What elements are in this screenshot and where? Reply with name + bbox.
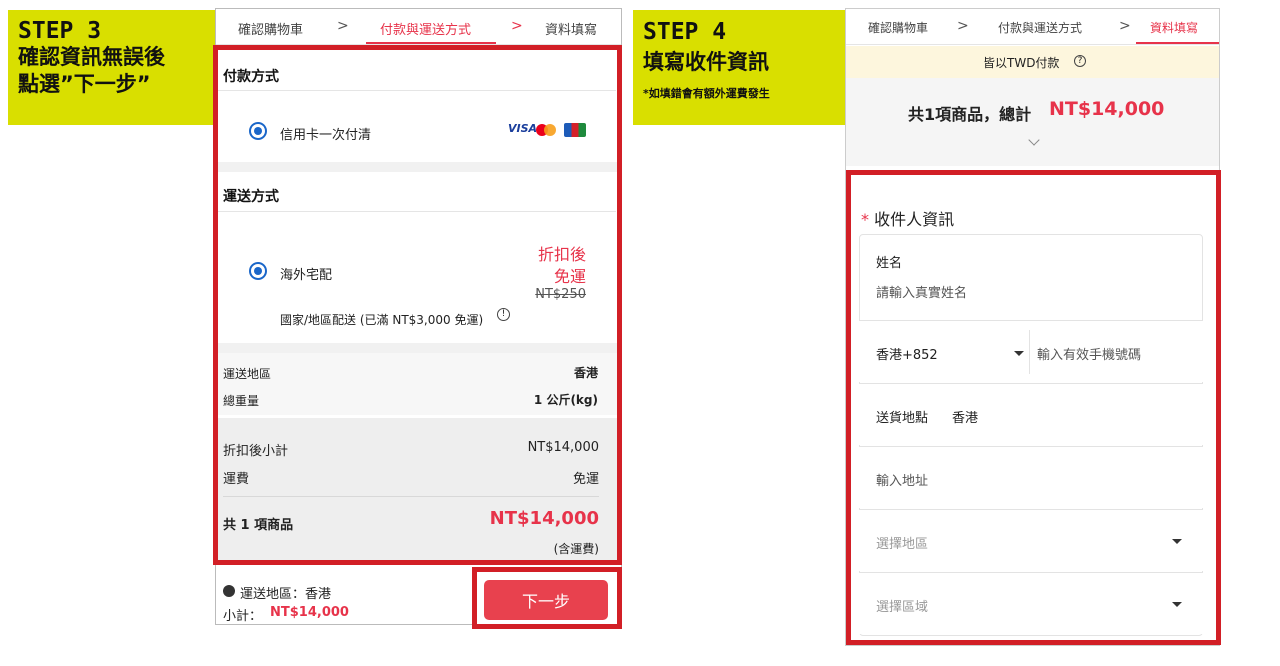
- shipping-note: 國家/地區配送 (已滿 NT$3,000 免運): [280, 313, 484, 327]
- step4-title: STEP 4: [643, 19, 727, 45]
- step3-title: STEP 3: [18, 18, 102, 44]
- info-circle-icon[interactable]: !: [497, 308, 510, 321]
- caret-down-icon: [1014, 351, 1024, 356]
- subtotal-value: NT$14,000: [527, 440, 599, 455]
- address-input[interactable]: 輸入地址: [876, 470, 928, 489]
- visa-icon: VISA: [508, 122, 538, 135]
- tab-separator: >: [1119, 18, 1131, 34]
- tab-separator: >: [511, 18, 523, 34]
- name-input[interactable]: 請輸入真實姓名: [876, 282, 967, 301]
- divider: [1029, 330, 1030, 374]
- total-label: 共 1 項商品: [223, 518, 294, 533]
- caret-down-icon[interactable]: [1172, 602, 1182, 607]
- delivery-label: 送貨地點: [876, 411, 929, 426]
- fee-value: 免運: [572, 472, 599, 487]
- currency-notice: 皆以TWD付款: [983, 56, 1060, 70]
- tab-payment-shipping[interactable]: 付款與運送方式: [380, 19, 471, 38]
- step3-line2: 點選”下一步”: [18, 72, 151, 96]
- region-label: 運送地區: [223, 367, 272, 381]
- caret-down-icon[interactable]: [1172, 539, 1182, 544]
- active-tab-indicator: [1136, 42, 1219, 44]
- payment-option-label: 信用卡一次付清: [280, 128, 372, 143]
- tab-fill-info[interactable]: 資料填寫: [545, 19, 597, 38]
- weight-label: 總重量: [223, 394, 260, 408]
- region-select[interactable]: 選擇地區: [876, 533, 928, 552]
- divider: [223, 496, 599, 497]
- checkout-tabs: 確認購物車 > 付款與運送方式 > 資料填寫: [216, 9, 621, 45]
- discount-label: 折扣後: [537, 245, 586, 264]
- divider: [218, 211, 616, 212]
- step4-note: *如填錯會有額外運費發生: [643, 87, 770, 100]
- recipient-title: 收件人資訊: [874, 210, 955, 229]
- shipping-option-label: 海外宅配: [280, 268, 333, 283]
- checkout-tabs: 確認購物車 > 付款與運送方式 > 資料填寫: [846, 9, 1219, 45]
- order-total-value: NT$14,000: [1049, 98, 1165, 120]
- section-gap: [216, 343, 620, 353]
- section-gap: [216, 162, 620, 172]
- recipient-title-row: * 收件人資訊: [861, 206, 954, 230]
- card-brands: VISA: [508, 122, 586, 138]
- payment-section-title: 付款方式: [223, 69, 279, 85]
- subtotal-label: 折扣後小計: [223, 444, 289, 459]
- fee-label: 運費: [223, 472, 250, 487]
- phone-country-select[interactable]: 香港+852: [876, 344, 938, 363]
- delivery-value: 香港: [952, 411, 979, 426]
- weight-value: 1 公斤(kg): [533, 393, 598, 407]
- phone-input[interactable]: 輸入有效手機號碼: [1037, 344, 1141, 363]
- district-select[interactable]: 選擇區域: [876, 596, 928, 615]
- total-note: (含運費): [553, 542, 599, 556]
- jcb-icon: [564, 123, 586, 137]
- next-step-button[interactable]: 下一步: [484, 580, 608, 620]
- divider: [218, 90, 616, 91]
- tab-fill-info[interactable]: 資料填寫: [1150, 19, 1198, 36]
- mastercard-icon-overlap: [544, 124, 556, 136]
- question-circle-icon[interactable]: ?: [1074, 55, 1086, 67]
- tab-cart[interactable]: 確認購物車: [238, 19, 303, 38]
- active-tab-indicator: [366, 42, 496, 44]
- shipping-radio-overseas[interactable]: [249, 262, 267, 280]
- globe-icon: [223, 585, 235, 597]
- tab-cart[interactable]: 確認購物車: [868, 19, 928, 36]
- order-total-text: 共1項商品，總計: [908, 105, 1032, 124]
- discount-value: 免運: [553, 267, 586, 286]
- step4-line1: 填寫收件資訊: [643, 50, 769, 74]
- step3-label: STEP 3 確認資訊無誤後 點選”下一步”: [8, 10, 215, 125]
- name-label: 姓名: [876, 256, 903, 271]
- footer-subtotal-value: NT$14,000: [270, 605, 349, 620]
- order-total-panel: [846, 78, 1219, 166]
- footer-subtotal-label: 小計：: [223, 609, 263, 624]
- step4-label: STEP 4 填寫收件資訊 *如填錯會有額外運費發生: [633, 10, 845, 125]
- total-value: NT$14,000: [489, 508, 599, 529]
- tab-separator: >: [957, 18, 969, 34]
- region-value: 香港: [573, 366, 598, 380]
- required-marker: *: [861, 210, 869, 229]
- tab-separator: >: [337, 18, 349, 34]
- tab-payment-shipping[interactable]: 付款與運送方式: [998, 19, 1082, 36]
- step3-line1: 確認資訊無誤後: [18, 45, 165, 69]
- payment-radio-credit-card[interactable]: [249, 122, 267, 140]
- original-shipping-fee: NT$250: [535, 287, 586, 302]
- shipping-section-title: 運送方式: [223, 189, 279, 205]
- footer-region: 運送地區：香港: [240, 587, 332, 602]
